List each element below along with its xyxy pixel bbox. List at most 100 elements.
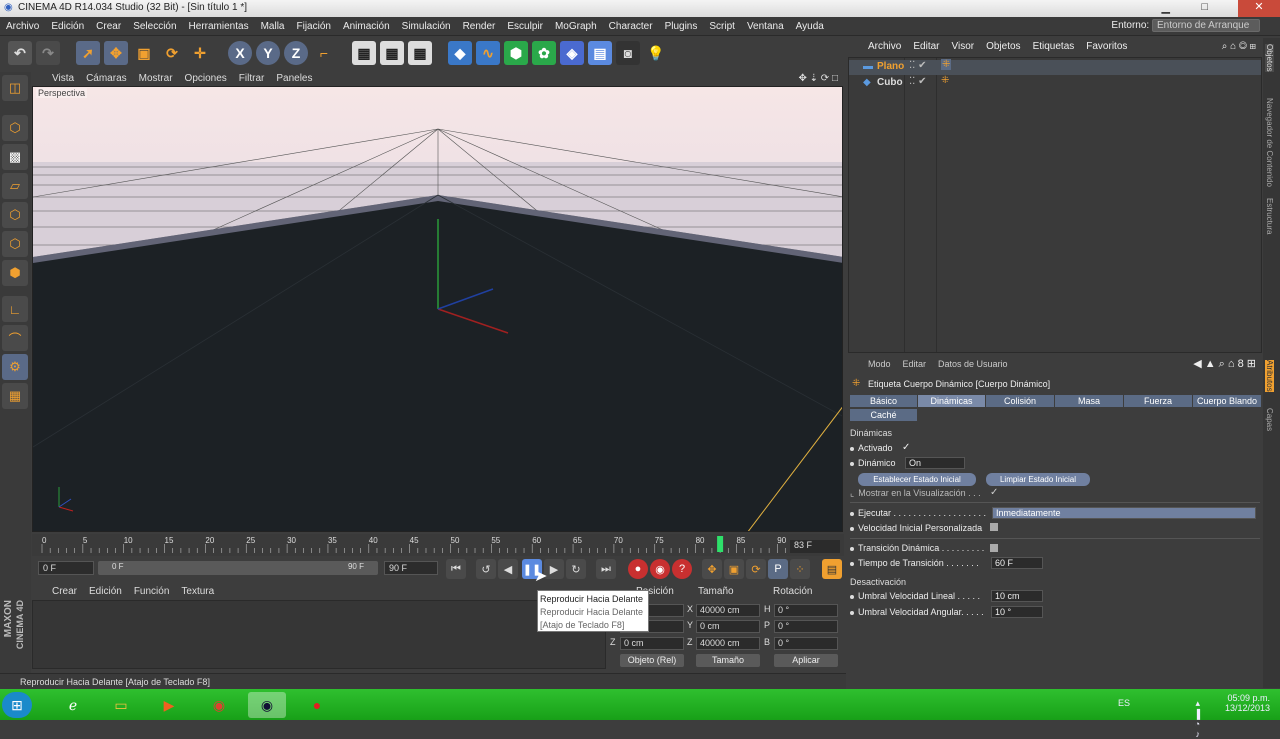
dynamics-tag-icon[interactable]: ⁜ (941, 75, 949, 86)
tab-cuerpo-blando[interactable]: Cuerpo Blando (1193, 395, 1262, 407)
make-editable-icon[interactable]: ◫ (2, 75, 28, 101)
chrome-icon[interactable]: ◉ (200, 692, 238, 718)
move-icon[interactable]: ✥ (104, 41, 128, 65)
viewport-navigation-icons[interactable]: ✥ ⇣ ⟳ □ (792, 73, 844, 84)
point-level-key-icon[interactable]: ⁘ (790, 559, 810, 579)
rotation-key-icon[interactable]: ⟳ (746, 559, 766, 579)
spline-icon[interactable]: ∿ (476, 41, 500, 65)
velocidad-checkbox[interactable] (990, 523, 998, 531)
size-x-field[interactable]: 40000 cm (696, 604, 760, 617)
snap-icon[interactable]: ⚙ (2, 354, 28, 380)
activado-checkbox[interactable]: ✓ (902, 442, 910, 453)
tab-estructura[interactable]: Estructura (1265, 198, 1274, 234)
object-menu-favoritos[interactable]: Favoritos (1080, 38, 1133, 56)
material-menu-crear[interactable]: Crear (46, 583, 83, 600)
go-to-next-key-icon[interactable]: ↻ (566, 559, 586, 579)
object-menu-objetos[interactable]: Objetos (980, 38, 1026, 56)
texture-mode-icon[interactable]: ▩ (2, 144, 28, 170)
media-player-icon[interactable]: ▶ (150, 692, 188, 718)
tab-masa[interactable]: Masa (1055, 395, 1124, 407)
object-menu-archivo[interactable]: Archivo (862, 38, 907, 56)
tweak-mode-icon[interactable]: ⌒ (2, 325, 28, 351)
array-icon[interactable]: ✿ (532, 41, 556, 65)
umbral-angular-field[interactable]: 10 ° (991, 606, 1043, 618)
tab-navegador-contenido[interactable]: Navegador de Contenido (1265, 98, 1274, 187)
menu-herramientas[interactable]: Herramientas (183, 17, 255, 36)
redo-icon[interactable]: ↷ (36, 41, 60, 65)
language-indicator[interactable]: ES (1118, 698, 1130, 708)
menu-simulacion[interactable]: Simulación (396, 17, 457, 36)
rot-h-field[interactable]: 0 ° (774, 604, 838, 617)
polygons-mode-icon[interactable]: ⬢ (2, 260, 28, 286)
floor-icon[interactable]: ▤ (588, 41, 612, 65)
menu-archivo[interactable]: Archivo (0, 17, 45, 36)
recorder-icon[interactable]: ● (298, 692, 336, 718)
render-picture-viewer-icon[interactable]: ▦ (380, 41, 404, 65)
viewport-menu-mostrar[interactable]: Mostrar (133, 73, 179, 84)
object-search-icon[interactable]: ⌕ ⌂ ◎ ⊞ (1216, 38, 1262, 56)
menu-ayuda[interactable]: Ayuda (790, 17, 830, 36)
tab-cache[interactable]: Caché (850, 409, 918, 421)
material-menu-edicion[interactable]: Edición (83, 583, 128, 600)
rotate-icon[interactable]: ⟳ (160, 41, 184, 65)
rot-p-field[interactable]: 0 ° (774, 620, 838, 633)
clock[interactable]: 05:09 p.m. 13/12/2013 (1210, 693, 1270, 713)
menu-mograph[interactable]: MoGraph (549, 17, 603, 36)
timeline-window-icon[interactable]: ▤ (822, 559, 842, 579)
menu-render[interactable]: Render (457, 17, 502, 36)
viewport-menu-camaras[interactable]: Cámaras (80, 73, 133, 84)
current-frame-field[interactable]: 83 F (790, 540, 840, 553)
dynamics-tag-icon[interactable]: ⁜ (941, 59, 952, 70)
object-menu-etiquetas[interactable]: Etiquetas (1027, 38, 1081, 56)
tab-dinamicas[interactable]: Dinámicas (918, 395, 986, 407)
cinema4d-taskbar-icon[interactable]: ◉ (248, 692, 286, 718)
umbral-lineal-field[interactable]: 10 cm (991, 590, 1043, 602)
cube-icon[interactable]: ◆ (448, 41, 472, 65)
model-mode-icon[interactable]: ⬡ (2, 115, 28, 141)
material-menu-funcion[interactable]: Función (128, 583, 176, 600)
previous-frame-icon[interactable]: ◀ (498, 559, 518, 579)
close-button[interactable]: ✕ (1238, 0, 1280, 17)
establecer-estado-inicial-button[interactable]: Establecer Estado Inicial (858, 473, 976, 486)
limpiar-estado-inicial-button[interactable]: Limpiar Estado Inicial (986, 473, 1090, 486)
maximize-icon[interactable]: □ (1201, 1, 1208, 13)
tab-colision[interactable]: Colisión (986, 395, 1055, 407)
object-menu-editar[interactable]: Editar (907, 38, 945, 56)
object-row-plano[interactable]: ▬ Plano ⁚⁚ ✔ ⁜ (849, 59, 1261, 75)
menu-crear[interactable]: Crear (90, 17, 127, 36)
parameter-key-icon[interactable]: P (768, 559, 788, 579)
transform-icon[interactable]: ✛ (188, 41, 212, 65)
tab-basico[interactable]: Básico (850, 395, 918, 407)
y-axis-lock-icon[interactable]: Y (256, 41, 280, 65)
menu-malla[interactable]: Malla (255, 17, 291, 36)
file-explorer-icon[interactable]: ▭ (102, 692, 140, 718)
menu-seleccion[interactable]: Selección (127, 17, 182, 36)
tab-capas[interactable]: Capas (1265, 408, 1274, 431)
camera-icon[interactable]: ◙ (616, 41, 640, 65)
scale-icon[interactable]: ▣ (132, 41, 156, 65)
render-view-icon[interactable]: ▦ (352, 41, 376, 65)
workplane-icon[interactable]: ▱ (2, 173, 28, 199)
workplane-lock-icon[interactable]: ▦ (2, 383, 28, 409)
undo-icon[interactable]: ↶ (8, 41, 32, 65)
axis-mode-icon[interactable]: ∟ (2, 296, 28, 322)
nurbs-icon[interactable]: ⬢ (504, 41, 528, 65)
material-menu-textura[interactable]: Textura (175, 583, 220, 600)
visibility-dots-icon[interactable]: ⁚⁚ ✔ (909, 60, 927, 71)
position-key-icon[interactable]: ✥ (702, 559, 722, 579)
attr-menu-datos-usuario[interactable]: Datos de Usuario (932, 356, 1014, 372)
menu-ventana[interactable]: Ventana (741, 17, 790, 36)
mostrar-checkbox[interactable]: ✓ (990, 487, 998, 498)
viewport-menu-filtrar[interactable]: Filtrar (233, 73, 271, 84)
material-list[interactable] (32, 600, 606, 669)
menu-script[interactable]: Script (703, 17, 741, 36)
end-frame-field[interactable]: 90 F (384, 561, 438, 575)
rot-b-field[interactable]: 0 ° (774, 637, 838, 650)
tray-icons[interactable]: ▴ ▐ ◔ ♪ (1194, 698, 1200, 739)
go-to-end-icon[interactable]: ⏭ (596, 559, 616, 579)
viewport-menu-paneles[interactable]: Paneles (270, 73, 318, 84)
internet-explorer-icon[interactable]: ℯ (54, 692, 92, 718)
apply-button[interactable]: Aplicar (774, 654, 838, 667)
object-menu-visor[interactable]: Visor (945, 38, 980, 56)
minimize-icon[interactable]: ▁ (1162, 1, 1170, 14)
